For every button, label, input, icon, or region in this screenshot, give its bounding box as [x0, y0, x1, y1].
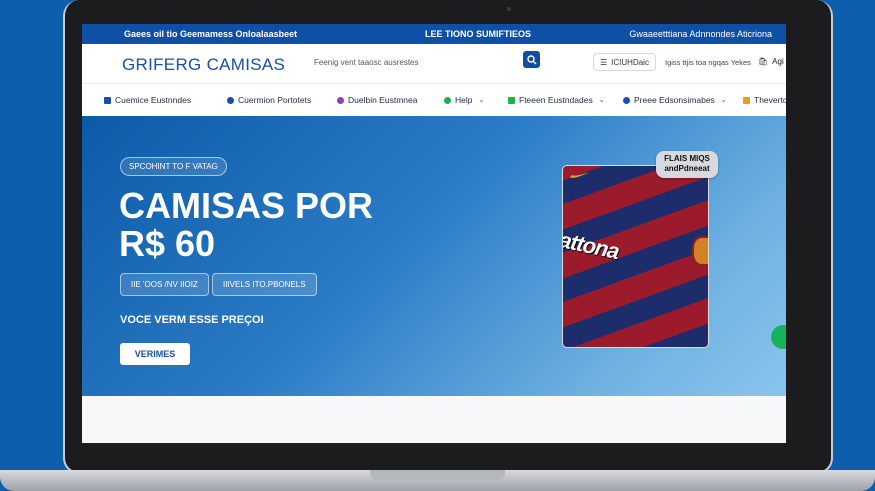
whatsapp-button[interactable]	[771, 325, 786, 349]
nav-item-2[interactable]: Cuermion Portotets	[227, 95, 311, 105]
cart-icon: 🛍	[758, 57, 769, 66]
nike-swoosh-icon	[570, 172, 590, 178]
nav-icon	[227, 96, 234, 104]
nav-item-1[interactable]: Cuemice Eustnndes	[104, 95, 191, 105]
announcement-center: LEE TIONO SUMIFTIEOS	[425, 29, 532, 39]
page-below-fold	[82, 396, 786, 443]
help-link[interactable]: Igiss ttjis toa ngqas Yekes	[665, 58, 751, 67]
hero-price: R$ 60	[119, 223, 216, 264]
site-header: GRIFERG CAMISAS Feenig vent taaosc ausre…	[82, 44, 786, 84]
browser-screen: Gaees oil tio Geemamess Onloalaasbeet LE…	[82, 24, 786, 443]
nav-item-3[interactable]: Duelbin Eustmnea	[337, 95, 417, 105]
hero-banner: SPCOHINT TO F VATAG CAMISAS POR R$ 60 II…	[82, 116, 786, 396]
search-input[interactable]: Feenig vent taaosc ausrestes	[310, 52, 540, 72]
club-crest-icon	[692, 236, 708, 266]
jersey-text: attona	[562, 227, 622, 264]
cta-button[interactable]: VERIMES	[120, 343, 190, 365]
search-icon	[526, 54, 536, 64]
account-button[interactable]: ☰ ICIUHDaic	[593, 53, 656, 71]
account-label: ICIUHDaic	[611, 57, 649, 67]
hero-subtitle: VOCE VERM ESSE PREÇOI	[120, 314, 264, 326]
main-nav: Cuemice Eustnndes Cuermion Portotets Due…	[82, 84, 786, 118]
nav-item-7[interactable]: Theverto	[743, 95, 786, 105]
menu-icon: ☰	[600, 57, 608, 67]
site-logo[interactable]: GRIFERG CAMISAS	[122, 55, 285, 75]
announcement-right: Gwaaeetttiana Adnnondes Aticriona	[629, 29, 772, 39]
search-button[interactable]	[523, 51, 540, 68]
nav-icon	[508, 96, 515, 104]
hero-tag-1[interactable]: IIE 'OOS /NV IIOIZ	[120, 273, 209, 296]
product-badge: FLAIS MIQS andPdneeat	[656, 151, 718, 178]
nav-icon	[743, 96, 750, 104]
chevron-down-icon: ⌄	[478, 97, 485, 104]
nav-icon	[623, 96, 630, 104]
cart-button[interactable]: 🛍 Agi	[758, 57, 784, 66]
chevron-down-icon: ⌄	[598, 97, 605, 104]
product-card[interactable]: attona	[562, 165, 709, 348]
announcement-bar: Gaees oil tio Geemamess Onloalaasbeet LE…	[82, 24, 786, 44]
nav-item-5[interactable]: Fteeen Eustndades ⌄	[508, 95, 605, 105]
hero-tag-2[interactable]: IIIVELS ITO.PBONELS	[212, 273, 317, 296]
hero-pill: SPCOHINT TO F VATAG	[120, 157, 227, 176]
nav-item-6[interactable]: Preee Edsonsimabes ⌄	[623, 95, 727, 105]
laptop-notch	[370, 470, 505, 480]
webcam	[507, 7, 511, 11]
nav-icon	[444, 96, 451, 104]
announcement-left: Gaees oil tio Geemamess Onloalaasbeet	[124, 29, 298, 39]
nav-icon	[104, 96, 111, 104]
nav-item-help[interactable]: Help ⌄	[444, 95, 484, 105]
chevron-down-icon: ⌄	[720, 97, 727, 104]
cart-label: Agi	[772, 57, 784, 66]
hero-title: CAMISAS POR	[119, 185, 374, 226]
nav-icon	[337, 96, 344, 104]
